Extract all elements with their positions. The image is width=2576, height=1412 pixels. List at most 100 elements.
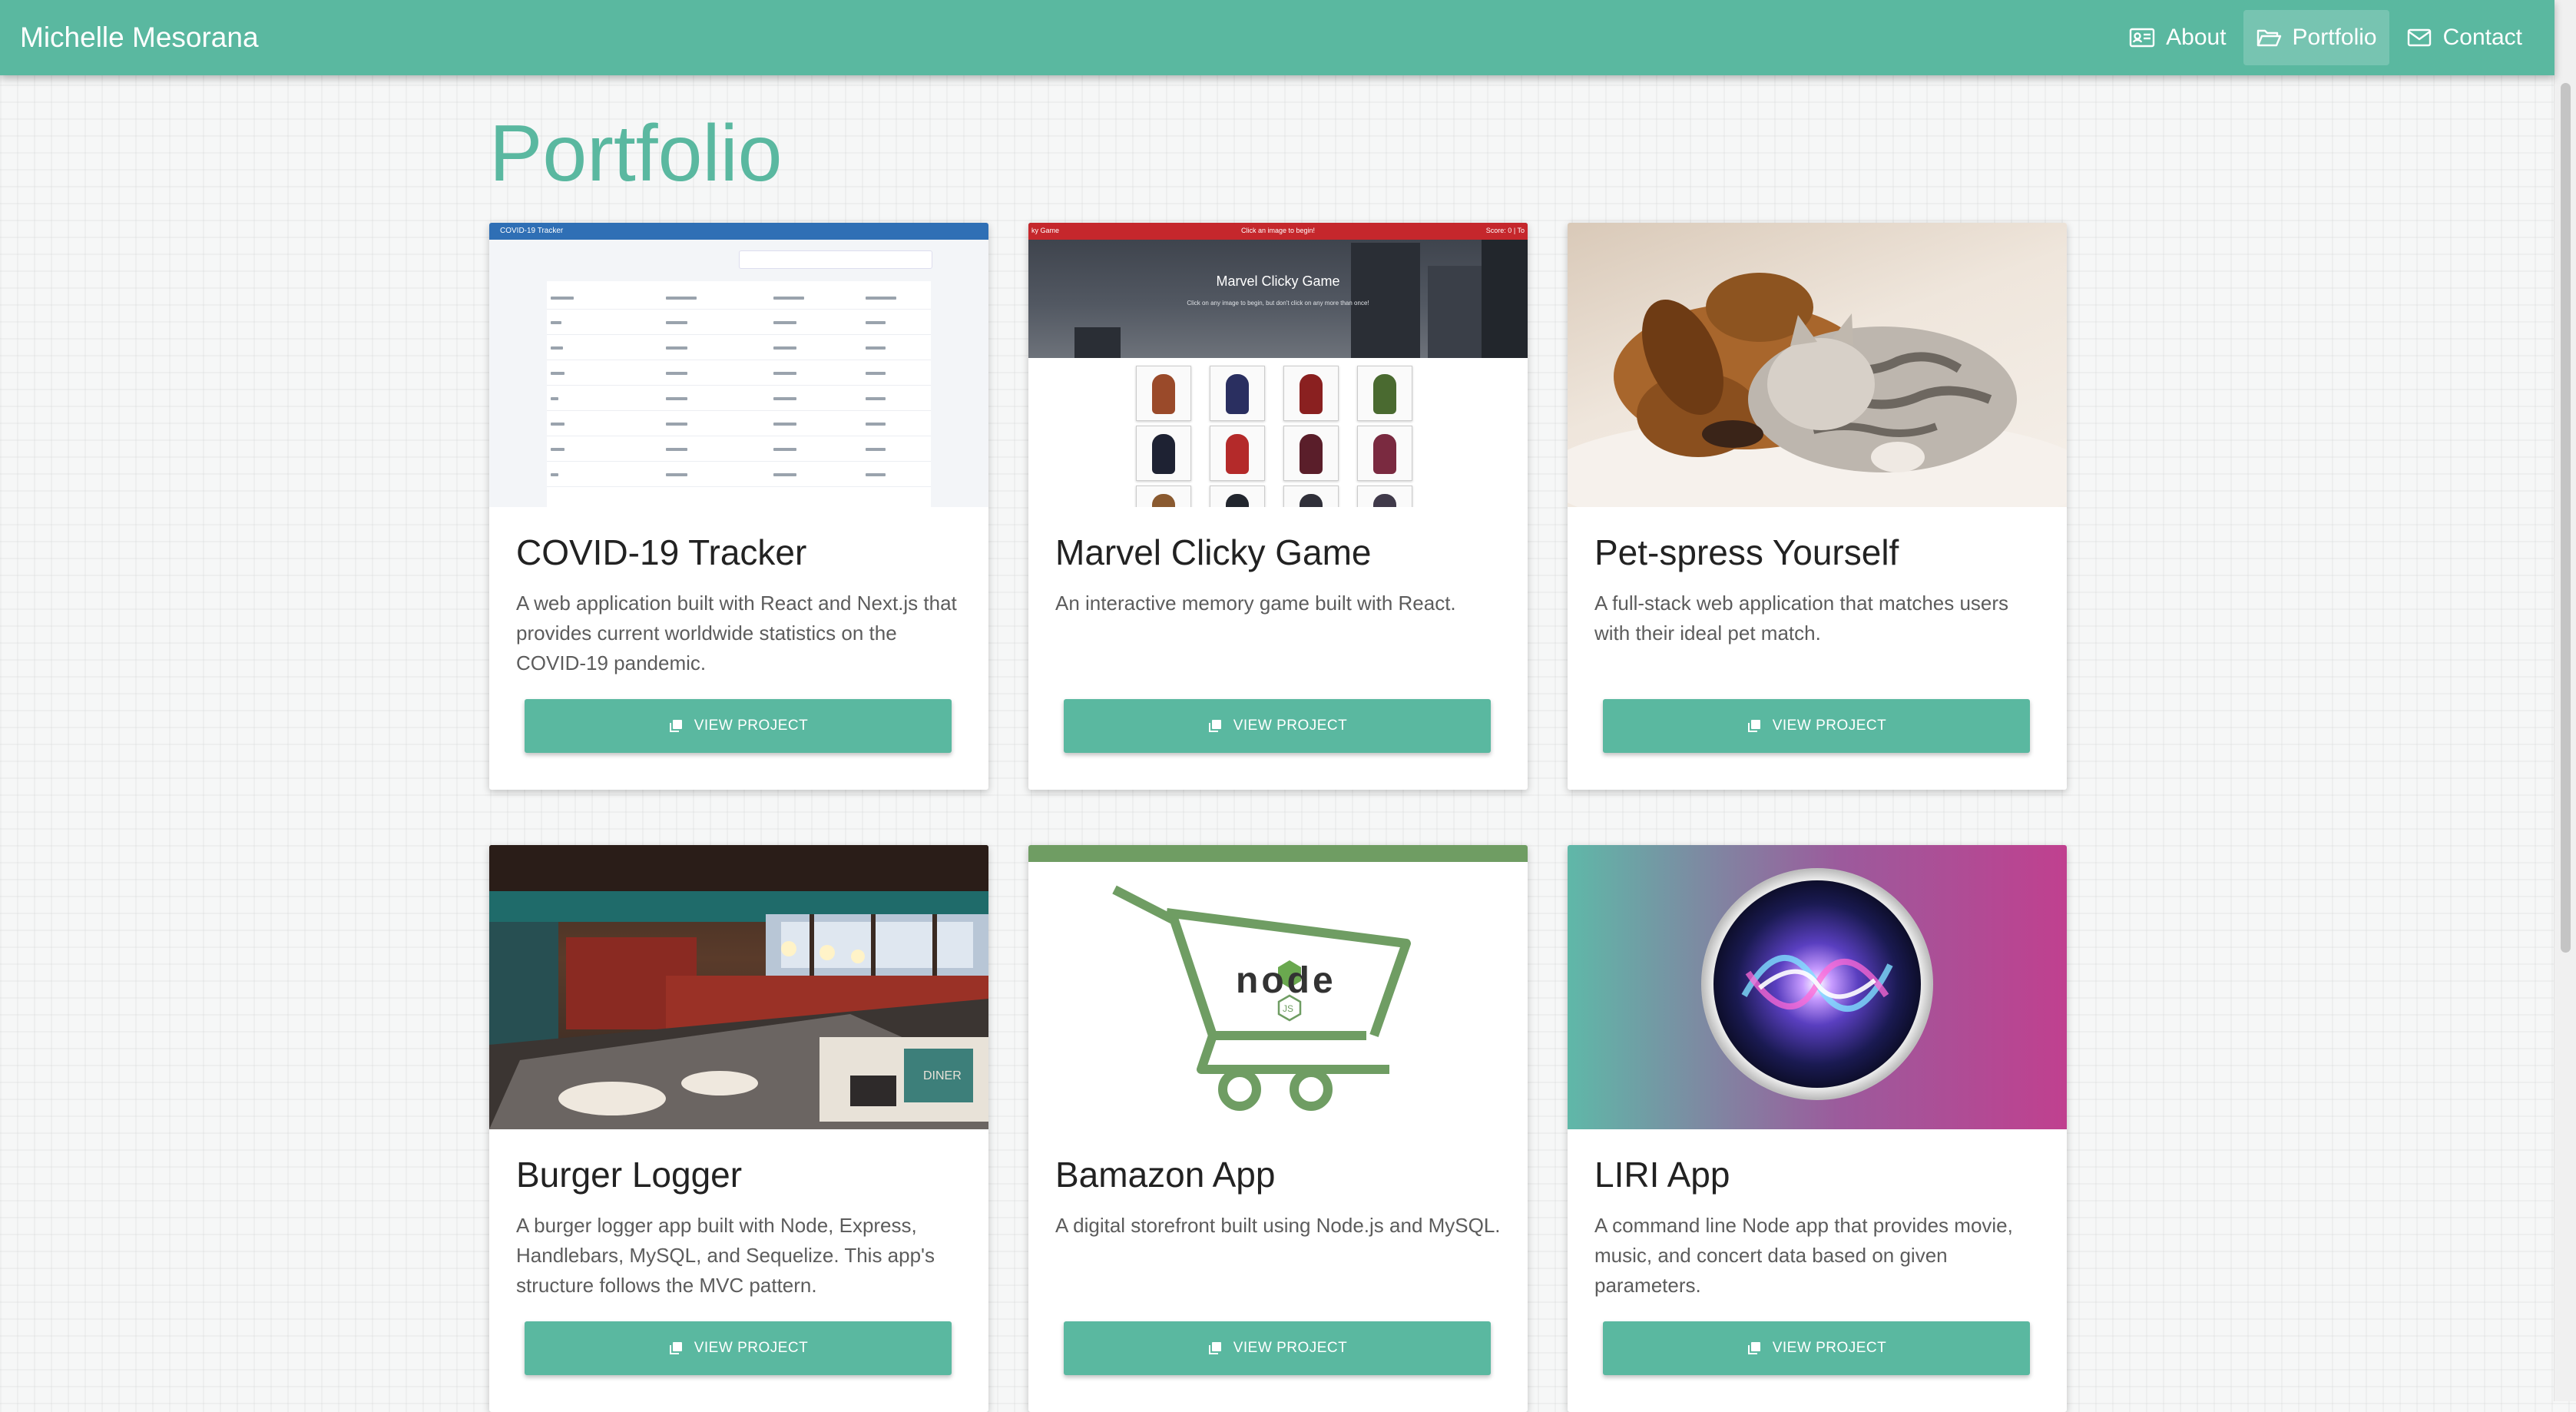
page-title: Portfolio [489, 109, 783, 198]
project-title: Bamazon App [1055, 1155, 1276, 1195]
thumbnail-bar-message: Click an image to begin! [1240, 227, 1316, 234]
project-thumbnail[interactable] [1568, 223, 2067, 507]
character-tile [1136, 486, 1191, 507]
table-cell [866, 321, 886, 324]
view-project-button[interactable]: VIEW PROJECT [1064, 1321, 1491, 1375]
table-row-line [547, 385, 931, 386]
nav-item-portfolio[interactable]: Portfolio [2243, 10, 2389, 65]
thumbnail-header-text: COVID-19 Tracker [500, 227, 564, 235]
siri-waveform-icon [1741, 954, 1893, 1012]
nav-item-about[interactable]: About [2117, 10, 2238, 65]
project-thumbnail[interactable]: node JS [1028, 845, 1528, 1129]
envelope-icon [2407, 28, 2431, 47]
character-tile [1283, 426, 1339, 481]
project-card-covid-tracker: COVID-19 Tracker COVID-19 Tracker A web … [489, 223, 988, 790]
thumbnail-header-bar [489, 223, 988, 240]
table-row-line [547, 410, 931, 411]
character-figure [1226, 374, 1249, 414]
table-cell [773, 423, 796, 426]
thumbnail-hero-subtitle: Click on any image to begin, but don't c… [1187, 300, 1369, 307]
project-card-bamazon-app: node JS Bamazon App A digital storefront… [1028, 845, 1528, 1412]
table-cell [866, 473, 886, 476]
character-figure [1152, 494, 1175, 507]
external-window-icon [669, 1342, 682, 1354]
table-cell [773, 397, 796, 400]
table-cell [773, 372, 796, 375]
external-window-icon [1208, 720, 1221, 732]
table-cell [551, 321, 561, 324]
view-project-button[interactable]: VIEW PROJECT [525, 699, 952, 753]
character-figure [1226, 494, 1249, 507]
table-cell [551, 372, 565, 375]
view-project-button[interactable]: VIEW PROJECT [525, 1321, 952, 1375]
scrollbar-thumb[interactable] [2561, 83, 2571, 953]
table-row-line [547, 486, 931, 487]
navbar: Michelle Mesorana About Portfolio Contac… [0, 0, 2554, 75]
thumbnail-search-box [739, 250, 932, 269]
project-card-liri-app: LIRI App A command line Node app that pr… [1568, 845, 2067, 1412]
project-title: COVID-19 Tracker [516, 532, 807, 572]
character-tile [1136, 366, 1191, 421]
view-project-button[interactable]: VIEW PROJECT [1603, 699, 2030, 753]
table-cell [866, 423, 886, 426]
project-thumbnail[interactable] [1568, 845, 2067, 1129]
character-tile [1210, 366, 1265, 421]
view-project-button[interactable]: VIEW PROJECT [1603, 1321, 2030, 1375]
character-tile [1357, 486, 1412, 507]
character-tile [1357, 426, 1412, 481]
table-row-line [547, 334, 931, 335]
table-cell [666, 297, 697, 300]
character-tile [1210, 486, 1265, 507]
node-logo-text: node [1236, 960, 1336, 1001]
table-cell [866, 372, 886, 375]
table-cell [551, 397, 558, 400]
button-label: VIEW PROJECT [694, 1340, 809, 1356]
character-figure [1300, 374, 1323, 414]
project-title: Pet-spress Yourself [1594, 532, 1899, 572]
table-cell [866, 397, 886, 400]
brand-name[interactable]: Michelle Mesorana [20, 22, 259, 54]
table-cell [666, 346, 687, 350]
table-cell [666, 321, 687, 324]
folder-open-icon [2256, 29, 2281, 47]
character-figure [1152, 434, 1175, 474]
thumbnail-bar-score: Score: 0 | To [1485, 227, 1525, 234]
project-description: A web application built with React and N… [516, 592, 957, 675]
view-project-button[interactable]: VIEW PROJECT [1064, 699, 1491, 753]
table-cell [773, 448, 796, 451]
character-tile [1136, 426, 1191, 481]
button-label: VIEW PROJECT [1233, 718, 1348, 734]
table-cell [666, 448, 687, 451]
external-window-icon [1747, 1342, 1760, 1354]
character-figure [1152, 374, 1175, 414]
table-cell [551, 448, 565, 451]
project-description: A command line Node app that provides mo… [1594, 1214, 2013, 1297]
project-card-burger-logger: DINER Burger Logger A burger logger app … [489, 845, 988, 1412]
project-description: A full-stack web application that matche… [1594, 592, 2009, 645]
shopping-cart-icon: node JS [1112, 885, 1411, 1111]
table-cell [551, 473, 558, 476]
table-cell [773, 473, 796, 476]
page-scrollbar[interactable] [2554, 0, 2576, 1401]
character-tile [1210, 426, 1265, 481]
table-row-line [547, 461, 931, 462]
nav-item-contact[interactable]: Contact [2394, 10, 2535, 65]
thumbnail-hero-title: Marvel Clicky Game [1216, 273, 1340, 289]
table-cell [666, 473, 687, 476]
project-card-marvel-clicky-game: ky Game Click an image to begin! Score: … [1028, 223, 1528, 790]
nav-menu: About Portfolio Contact [2117, 0, 2535, 75]
table-cell [551, 346, 563, 350]
character-figure [1373, 434, 1396, 474]
nav-item-label: About [2166, 25, 2227, 50]
project-thumbnail[interactable]: ky Game Click an image to begin! Score: … [1028, 223, 1528, 507]
node-js-badge-text: JS [1283, 1003, 1293, 1014]
character-figure [1300, 494, 1323, 507]
project-title: Burger Logger [516, 1155, 743, 1195]
project-description: A digital storefront built using Node.js… [1055, 1214, 1501, 1237]
character-figure [1373, 494, 1396, 507]
table-cell [773, 346, 796, 350]
project-description: A burger logger app built with Node, Exp… [516, 1214, 935, 1297]
project-title: Marvel Clicky Game [1055, 532, 1372, 572]
project-thumbnail[interactable]: DINER [489, 845, 988, 1129]
project-thumbnail[interactable]: COVID-19 Tracker [489, 223, 988, 507]
